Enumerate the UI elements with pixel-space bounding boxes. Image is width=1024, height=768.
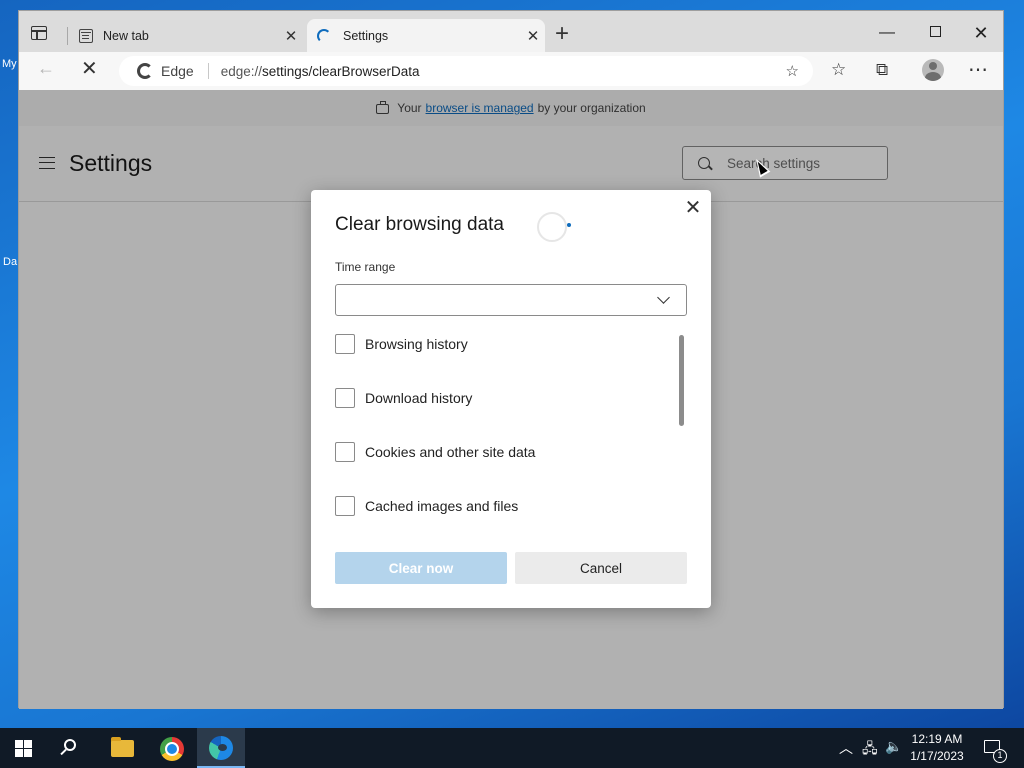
window-close-button[interactable]: ✕ (958, 19, 1004, 47)
chrome-icon[interactable] (160, 737, 184, 761)
address-toolbar: ← ✕ Edge edge://settings/clearBrowserDat… (19, 52, 1003, 90)
back-arrow-icon[interactable]: ← (37, 58, 55, 79)
option-browsing-history[interactable]: Browsing history (335, 334, 468, 354)
option-label: Browsing history (365, 336, 468, 352)
volume-icon[interactable]: 🔈 (885, 738, 902, 755)
url-text[interactable]: edge://settings/clearBrowserData (221, 64, 813, 79)
close-icon[interactable]: ✕ (521, 27, 545, 45)
time-text: 12:19 AM (911, 732, 963, 746)
clear-browsing-data-dialog: Clear browsing data ✕ Time range Browsin… (311, 190, 711, 608)
favorites-icon[interactable]: ☆ (831, 60, 846, 80)
edge-logo-icon (137, 63, 153, 79)
divider (67, 27, 68, 45)
address-bar[interactable]: Edge edge://settings/clearBrowserData ☆ (119, 56, 813, 86)
option-label: Cached images and files (365, 498, 519, 514)
page-icon (79, 28, 93, 43)
close-icon[interactable]: ✕ (279, 27, 303, 45)
tab-settings[interactable]: Settings ✕ (307, 19, 545, 52)
time-range-select[interactable] (335, 284, 687, 316)
add-favorite-icon[interactable]: ☆ (786, 62, 799, 80)
maximize-button[interactable] (912, 19, 958, 47)
date-text: 1/17/2023 (910, 749, 964, 763)
time-range-label: Time range (335, 260, 396, 274)
tab-title: New tab (103, 28, 149, 43)
checkbox[interactable] (335, 442, 355, 462)
edge-icon (209, 736, 233, 760)
taskbar: ︿ 🖧 🔈 12:19 AM 1/17/2023 1 (0, 728, 1024, 768)
divider (207, 63, 209, 79)
option-label: Cookies and other site data (365, 444, 536, 460)
checkbox[interactable] (335, 388, 355, 408)
new-tab-button[interactable]: + (549, 22, 575, 48)
dialog-title: Clear browsing data (335, 214, 504, 235)
option-download-history[interactable]: Download history (335, 388, 472, 408)
desktop-icon-label[interactable]: Da (3, 256, 17, 268)
tab-new-tab[interactable]: New tab ✕ (77, 19, 303, 52)
site-label: Edge (161, 63, 194, 79)
option-cached-images[interactable]: Cached images and files (335, 496, 518, 516)
tab-actions-icon[interactable] (31, 26, 47, 40)
edge-taskbar-button[interactable] (197, 728, 245, 768)
url-prefix: edge:// (220, 63, 262, 79)
chevron-up-icon[interactable]: ︿ (839, 738, 853, 758)
collections-icon[interactable]: ⧉ (876, 60, 888, 80)
option-cookies[interactable]: Cookies and other site data (335, 442, 535, 462)
profile-avatar[interactable] (922, 59, 944, 81)
checkbox[interactable] (335, 496, 355, 516)
minimize-button[interactable]: — (864, 19, 910, 47)
scrollbar[interactable] (679, 335, 684, 426)
tab-strip: New tab ✕ Settings ✕ + — ✕ (19, 11, 1003, 52)
more-options-icon[interactable]: ⋯ (968, 57, 988, 82)
windows-start-icon[interactable] (15, 740, 32, 757)
file-explorer-icon[interactable] (111, 737, 134, 757)
checkbox[interactable] (335, 334, 355, 354)
tab-title: Settings (343, 28, 389, 43)
chevron-down-icon (657, 291, 670, 304)
cancel-button[interactable]: Cancel (515, 552, 687, 584)
close-icon[interactable]: ✕ (681, 196, 705, 220)
url-path: settings/clearBrowserData (262, 63, 420, 79)
desktop-icon-label[interactable]: My (2, 58, 17, 70)
clock[interactable]: 12:19 AM 1/17/2023 (902, 731, 972, 765)
search-icon[interactable] (64, 739, 76, 751)
network-icon[interactable]: 🖧 (862, 738, 878, 762)
loading-spinner-icon (317, 28, 331, 43)
stop-loading-icon[interactable]: ✕ (81, 56, 98, 81)
notification-badge: 1 (993, 749, 1007, 763)
option-label: Download history (365, 390, 473, 406)
clear-now-button[interactable]: Clear now (335, 552, 507, 584)
loading-spinner-icon (537, 212, 571, 242)
